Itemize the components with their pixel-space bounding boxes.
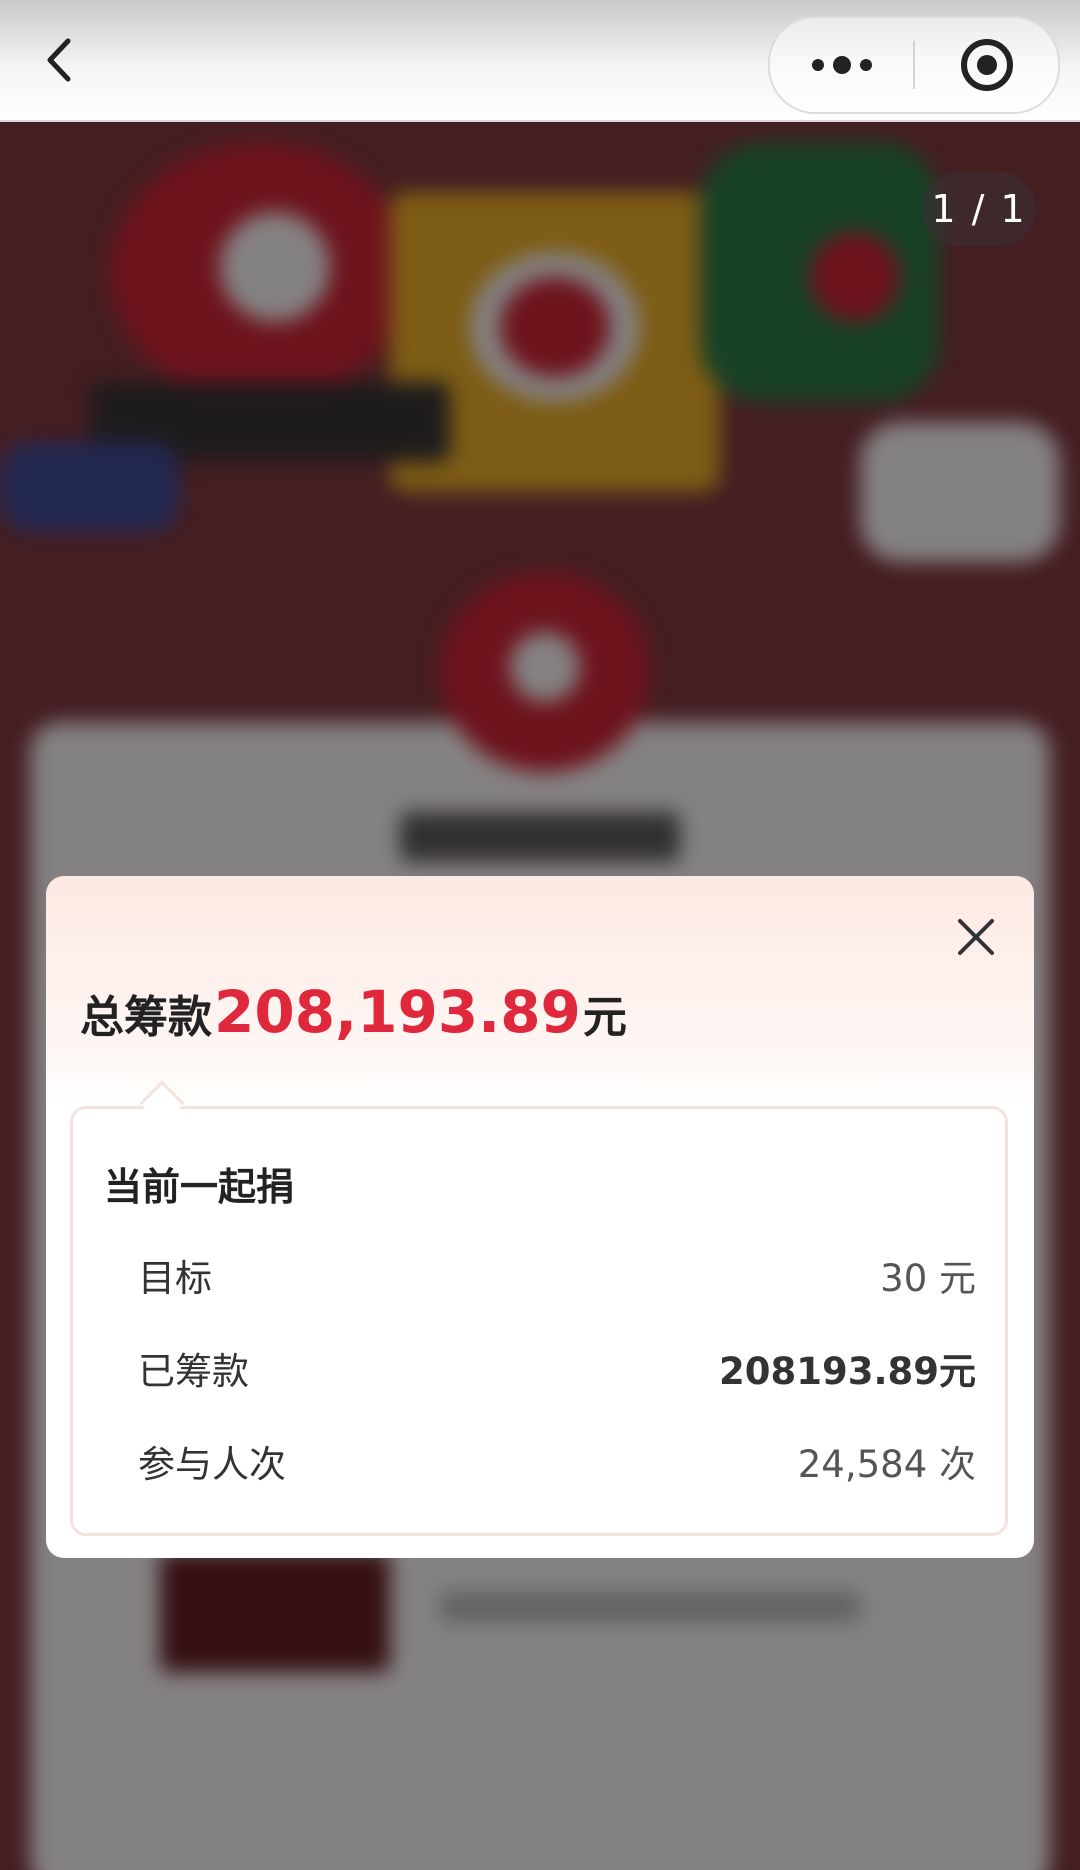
- more-button[interactable]: [770, 18, 913, 112]
- target-circle-icon: [960, 39, 1013, 91]
- total-label: 总筹款: [80, 992, 212, 1043]
- total-unit: 元: [582, 992, 627, 1043]
- detail-row-target: 目标 30 元: [138, 1245, 976, 1305]
- back-button[interactable]: [30, 30, 90, 90]
- row-label: 参与人次: [138, 1443, 286, 1486]
- row-value: 208193.89元: [718, 1350, 976, 1393]
- navigation-bar: [0, 0, 1080, 122]
- row-label: 已筹款: [138, 1350, 249, 1393]
- row-value: 30 元: [880, 1257, 976, 1300]
- capsule-menu: [768, 16, 1060, 114]
- detail-row-raised: 已筹款 208193.89元: [138, 1338, 976, 1398]
- close-miniprogram-button[interactable]: [915, 18, 1058, 112]
- screen: 1 / 1 总筹款 208,193.89 元 当前一起捐 目标 30 元 已筹款…: [0, 0, 1080, 1870]
- close-icon: [958, 919, 994, 955]
- modal-close-button[interactable]: [946, 907, 1006, 967]
- page-counter: 1 / 1: [922, 172, 1036, 246]
- total-raised: 总筹款 208,193.89 元: [80, 978, 627, 1058]
- total-amount: 208,193.89: [214, 978, 581, 1046]
- detail-row-participants: 参与人次 24,584 次: [138, 1431, 976, 1491]
- more-dots-icon: [811, 56, 872, 74]
- row-label: 目标: [138, 1257, 212, 1300]
- chevron-left-icon: [47, 38, 71, 82]
- row-value: 24,584 次: [797, 1443, 976, 1486]
- section-title: 当前一起捐: [104, 1165, 295, 1209]
